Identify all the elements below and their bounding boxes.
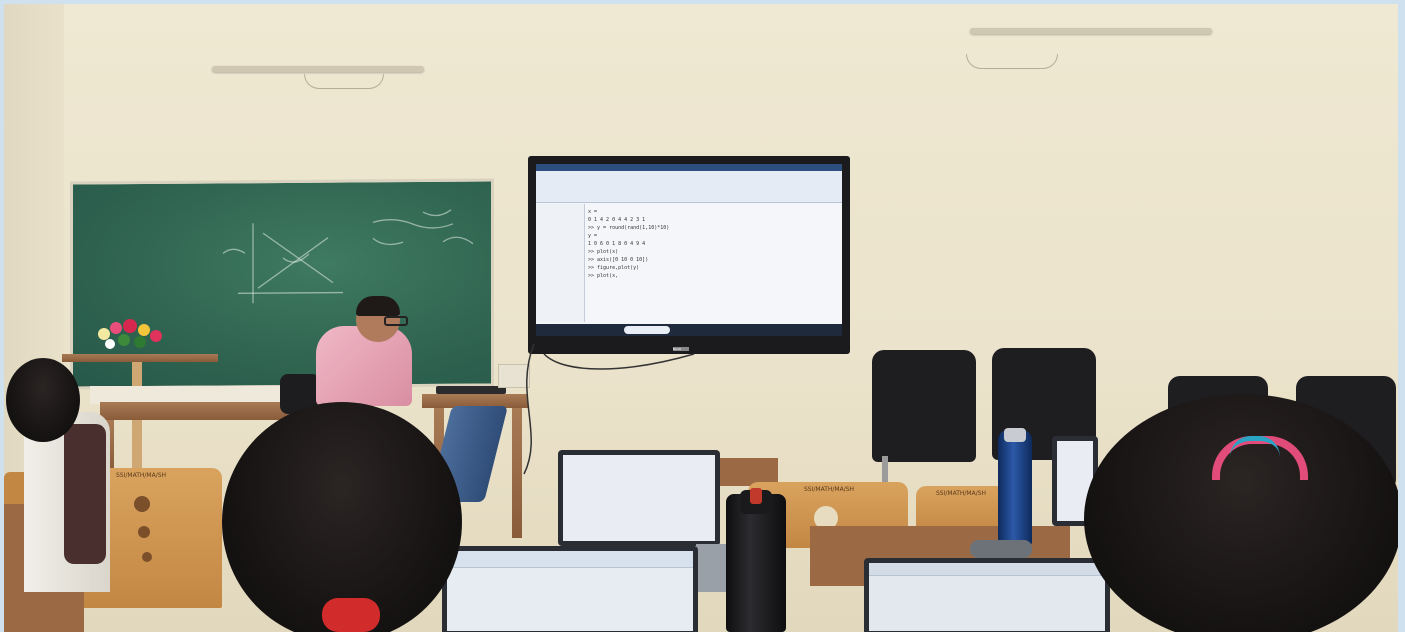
chair-hole [134,496,150,512]
chair-hole [142,552,152,562]
podium-top [62,354,218,362]
black-water-bottle [726,488,786,632]
command-window: x = 0 1 4 2 0 4 4 2 3 1 >> y = round(ran… [588,208,836,320]
cmd-line-8: >> figure,plot(y) [588,265,640,271]
classroom-photo: x = 0 1 4 2 0 4 4 2 3 1 >> y = round(ran… [4,4,1398,632]
tube-light-left [212,66,424,72]
tube-light-right [970,28,1212,34]
current-folder-panel [536,204,585,322]
student-left-head [6,358,80,442]
cmd-line-4: y = [588,233,598,239]
red-hair-clip [322,598,380,632]
student-left-sleeve [64,424,106,564]
laptop-back-keyboard [696,544,726,592]
office-chair-1-leg [882,456,888,484]
blue-water-bottle [998,428,1032,546]
bottle-cap-strap [750,488,762,504]
light-cable-right [966,54,1058,69]
cmd-line-2: 0 1 4 2 0 4 4 2 3 1 [588,217,646,223]
laptop-toolstrip [869,563,1105,576]
chair-label: SSI/MATH/MA/SH [116,472,167,479]
monitor-screen: x = 0 1 4 2 0 4 4 2 3 1 >> y = round(ran… [536,164,842,336]
flower-bouquet [90,316,170,356]
chair-hole [138,526,150,538]
title-bar [536,164,842,171]
teacher-glasses [384,316,408,326]
laptop-toolstrip [447,551,693,568]
matlab-toolstrip [536,164,842,203]
laptop-back-screen [563,455,715,541]
office-chair-1 [872,350,976,462]
mouse-or-pouch [970,540,1032,558]
laptop-front-left [442,546,698,632]
chair-label: SSI/MATH/MA/SH [804,486,855,493]
laptop-front-left-screen [447,551,693,631]
keyboard [436,386,506,394]
cmd-line-1: x = [588,209,598,215]
laptop-back [558,450,720,546]
bottle-cap [1004,428,1026,442]
cmd-line-9: >> plot(x, [588,273,619,279]
laptop-front-right-screen [869,563,1105,631]
light-cable-left [304,74,384,89]
cmd-line-7: >> axis([0 10 0 10]) [588,257,649,263]
taskbar-search-icon [624,326,670,334]
student-right-head [1084,394,1398,632]
teacher-hair [356,296,400,316]
chair-label: SSI/MATH/MA/SH [936,490,987,497]
teacher-table-rail [100,402,298,420]
wall-monitor: x = 0 1 4 2 0 4 4 2 3 1 >> y = round(ran… [528,156,850,354]
cmd-line-6: >> plot(x) [588,249,619,255]
teacher-shirt [316,326,412,406]
cmd-line-3: >> y = round(rand(1,10)*10) [588,225,670,231]
cmd-line-5: 1 0 6 0 1 8 0 4 9 4 [588,241,646,247]
laptop-front-right [864,558,1110,632]
